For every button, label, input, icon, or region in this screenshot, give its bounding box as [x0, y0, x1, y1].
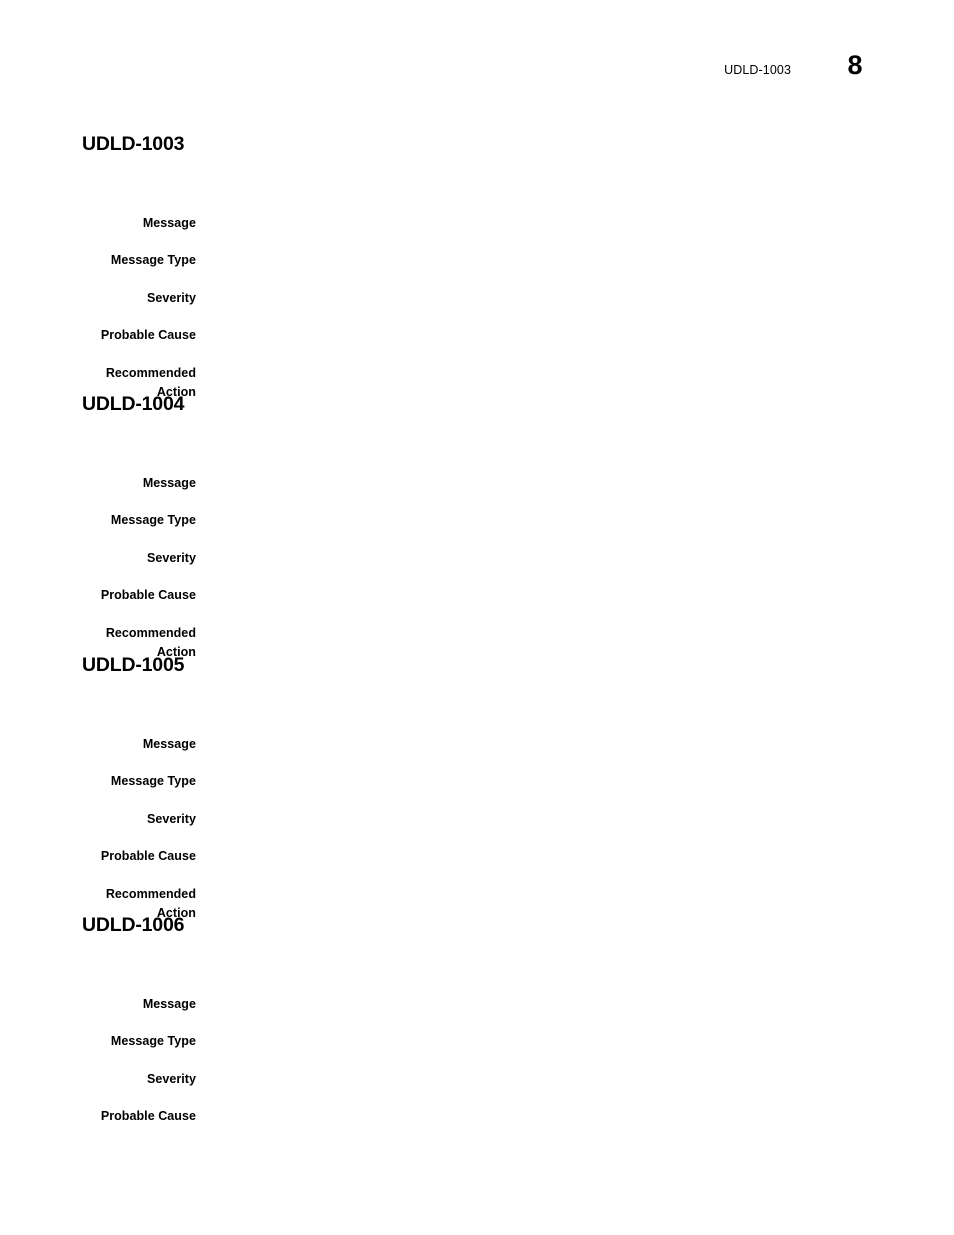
field-label: Probable Cause [100, 849, 196, 863]
field-label: Message Type [110, 253, 196, 267]
field-label-line: Recommended [105, 626, 196, 640]
field-row: Recommended Action [0, 364, 954, 399]
field-label: Message [142, 216, 196, 230]
field-label: Probable Cause [100, 1109, 196, 1123]
field-label-line: Recommended [105, 366, 196, 380]
field-label: Message Type [110, 1034, 196, 1048]
section-heading: UDLD-1004 [82, 393, 185, 415]
field-row: Message Type [0, 251, 954, 270]
field-label: Severity [146, 1072, 196, 1086]
field-row: Message Type [0, 511, 954, 530]
field-row: Probable Cause [0, 847, 954, 866]
field-row: Message Type [0, 772, 954, 791]
field-row: Recommended Action [0, 624, 954, 659]
field-label: Probable Cause [100, 588, 196, 602]
field-row: Message Type [0, 1032, 954, 1051]
document-page: UDLD-1003 8 UDLD-1003 Message Message Type… [0, 0, 954, 1235]
field-row: Message [0, 995, 954, 1014]
field-label: Message [142, 476, 196, 490]
field-label: Severity [146, 291, 196, 305]
field-row: Probable Cause [0, 1107, 954, 1126]
field-row: Probable Cause [0, 326, 954, 345]
page-number: 8 [847, 50, 862, 80]
field-label: Probable Cause [100, 328, 196, 342]
field-row: Severity [0, 1070, 954, 1089]
field-row: Probable Cause [0, 586, 954, 605]
field-row: Message [0, 214, 954, 233]
section-heading: UDLD-1006 [82, 914, 185, 936]
field-row: Message [0, 474, 954, 493]
field-row: Severity [0, 289, 954, 308]
section-heading: UDLD-1003 [82, 133, 185, 155]
section-heading: UDLD-1005 [82, 654, 185, 676]
field-label: Severity [146, 551, 196, 565]
field-label: Message Type [110, 774, 196, 788]
field-row: Severity [0, 549, 954, 568]
field-label: Message Type [110, 513, 196, 527]
field-label-line: Recommended [105, 887, 196, 901]
header-reference: UDLD-1003 [724, 63, 791, 77]
field-label: Message [142, 997, 196, 1011]
running-header: UDLD-1003 8 [0, 50, 954, 96]
field-row: Message [0, 735, 954, 754]
field-label: Message [142, 737, 196, 751]
field-row: Severity [0, 810, 954, 829]
field-label: Severity [146, 812, 196, 826]
field-row: Recommended Action [0, 885, 954, 920]
